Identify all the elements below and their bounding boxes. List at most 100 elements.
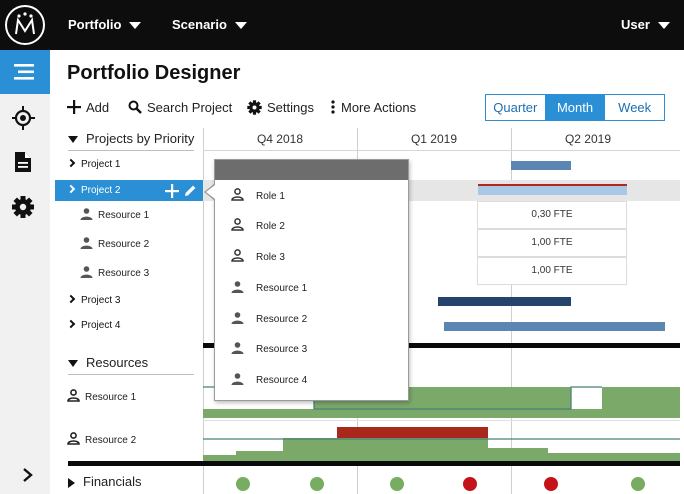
settings-button[interactable]: Settings xyxy=(247,98,314,118)
portfolio-menu-label: Portfolio xyxy=(68,17,122,32)
person-icon xyxy=(80,266,93,278)
resource-row-2[interactable]: Resource 2 xyxy=(67,431,136,451)
add-resource-icon[interactable] xyxy=(165,184,179,198)
popup-item-role-2[interactable]: Role 2 xyxy=(231,216,401,238)
caret-down-icon xyxy=(68,360,78,368)
project-1-bar[interactable] xyxy=(511,161,571,170)
resource-row-1[interactable]: Resource 1 xyxy=(67,388,136,408)
quarter-header: Q2 2019 xyxy=(564,132,612,146)
sidebar-item-settings[interactable] xyxy=(0,186,50,230)
projects-section-label: Projects by Priority xyxy=(86,131,195,146)
view-toggle: Quarter Month Week xyxy=(485,94,665,121)
sidebar-item-documents[interactable] xyxy=(0,140,50,184)
financial-status-dot[interactable] xyxy=(631,477,645,491)
popup-pointer-fill xyxy=(206,185,215,199)
popup-item-resource-1[interactable]: Resource 1 xyxy=(231,278,401,300)
scenario-menu[interactable]: Scenario xyxy=(172,0,247,50)
view-month-button[interactable]: Month xyxy=(544,95,605,120)
scenario-menu-label: Scenario xyxy=(172,17,227,32)
search-project-button[interactable]: Search Project xyxy=(128,98,232,118)
popup-header xyxy=(215,160,408,180)
fte-value[interactable]: 1,00 FTE xyxy=(477,229,627,257)
section-separator xyxy=(68,461,680,466)
project-row-4[interactable]: Project 4 xyxy=(66,316,120,336)
popup-item-role-3[interactable]: Role 3 xyxy=(231,247,401,269)
project-3-bar[interactable] xyxy=(438,297,571,306)
portfolio-menu[interactable]: Portfolio xyxy=(68,0,142,50)
project-label: Project 2 xyxy=(81,185,121,196)
project-row-3[interactable]: Project 3 xyxy=(66,291,120,311)
project-row-2[interactable]: Project 2 xyxy=(55,180,203,201)
sidebar-expand-button[interactable] xyxy=(20,465,36,485)
project-2-bar[interactable] xyxy=(478,186,627,195)
search-project-label: Search Project xyxy=(147,100,233,115)
add-button[interactable]: Add xyxy=(67,98,109,118)
edit-pencil-icon[interactable] xyxy=(184,184,197,197)
resource-label: Resource 2 xyxy=(85,435,137,446)
sidebar xyxy=(0,50,50,494)
resource-label: Resource 1 xyxy=(98,210,150,221)
caret-down-icon xyxy=(129,22,142,30)
caret-down-icon xyxy=(234,22,247,30)
person-outline-icon xyxy=(67,389,80,403)
project-resource-row[interactable]: Resource 1 xyxy=(80,206,149,226)
financial-status-dot[interactable] xyxy=(463,477,477,491)
chevron-right-icon xyxy=(66,184,76,194)
project-label: Project 4 xyxy=(81,320,121,331)
popup-item-label: Resource 2 xyxy=(256,314,308,325)
popup-item-role-1[interactable]: Role 1 xyxy=(231,186,401,208)
resource-2-allocation-chart xyxy=(203,427,680,461)
over-allocation-block xyxy=(337,427,488,438)
person-icon xyxy=(231,281,244,293)
person-icon xyxy=(231,342,244,354)
view-quarter-button[interactable]: Quarter xyxy=(486,95,545,120)
grid-line xyxy=(203,150,680,151)
financial-status-dot[interactable] xyxy=(310,477,324,491)
popup-item-label: Resource 3 xyxy=(256,344,308,355)
popup-item-label: Resource 1 xyxy=(256,283,308,294)
person-icon xyxy=(80,208,93,220)
more-vertical-icon xyxy=(331,100,335,114)
fte-value[interactable]: 0,30 FTE xyxy=(477,201,627,229)
projects-section-toggle[interactable]: Projects by Priority xyxy=(68,129,194,149)
more-actions-label: More Actions xyxy=(341,100,417,115)
person-icon xyxy=(231,373,244,385)
financial-status-dot[interactable] xyxy=(390,477,404,491)
person-outline-icon xyxy=(67,432,80,446)
user-menu-label: User xyxy=(621,17,650,32)
popup-item-resource-4[interactable]: Resource 4 xyxy=(231,370,401,392)
project-row-1[interactable]: Project 1 xyxy=(66,155,120,175)
more-actions-button[interactable]: More Actions xyxy=(330,98,416,118)
financials-section-label: Financials xyxy=(83,474,142,489)
resources-section-toggle[interactable]: Resources xyxy=(68,353,148,373)
section-divider xyxy=(68,374,194,375)
financial-status-dot[interactable] xyxy=(544,477,558,491)
resource-label: Resource 1 xyxy=(85,392,137,403)
person-icon xyxy=(80,237,93,249)
project-4-bar[interactable] xyxy=(444,322,665,331)
view-week-button[interactable]: Week xyxy=(604,95,664,120)
chevron-right-icon xyxy=(66,158,76,168)
financials-section-toggle[interactable]: Financials xyxy=(68,472,142,492)
caret-right-icon xyxy=(68,477,75,488)
app-logo[interactable] xyxy=(5,5,45,45)
add-resource-popup: Role 1 Role 2 Role 3 Resource 1 Resource… xyxy=(206,159,409,401)
logo-icon xyxy=(15,12,35,35)
project-resource-row[interactable]: Resource 3 xyxy=(80,264,149,284)
resources-section-label: Resources xyxy=(86,355,149,370)
sidebar-item-list[interactable] xyxy=(0,50,50,94)
project-label: Project 1 xyxy=(81,159,121,170)
chevron-right-icon xyxy=(66,294,76,304)
user-menu[interactable]: User xyxy=(621,0,670,50)
financial-status-dot[interactable] xyxy=(236,477,250,491)
popup-item-resource-2[interactable]: Resource 2 xyxy=(231,309,401,331)
project-resource-row[interactable]: Resource 2 xyxy=(80,235,149,255)
popup-item-resource-3[interactable]: Resource 3 xyxy=(231,339,401,361)
chevron-right-icon xyxy=(23,468,33,482)
settings-label: Settings xyxy=(267,100,314,115)
sidebar-item-target[interactable] xyxy=(0,96,50,140)
resource-label: Resource 2 xyxy=(98,239,150,250)
fte-value[interactable]: 1,00 FTE xyxy=(477,257,627,285)
list-icon xyxy=(14,64,34,80)
search-icon xyxy=(128,100,142,114)
